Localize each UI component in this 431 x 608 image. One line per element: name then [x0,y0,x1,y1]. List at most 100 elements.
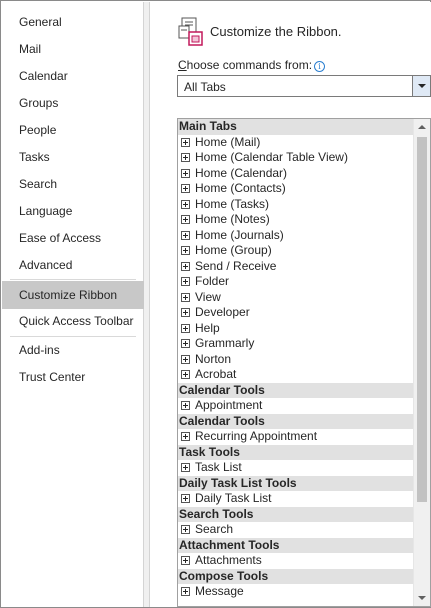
sidebar-item-trust-center[interactable]: Trust Center [2,364,144,391]
tree-group-header: Attachment Tools [178,537,414,553]
sidebar-item-add-ins[interactable]: Add-ins [2,337,144,364]
tree-item-label: Attachments [195,553,262,567]
sidebar-item-language[interactable]: Language [2,198,144,225]
tree-item[interactable]: Home (Calendar) [178,166,414,182]
tree-item[interactable]: Search [178,522,414,538]
expand-plus-icon[interactable] [181,323,190,333]
expand-plus-icon[interactable] [181,168,190,178]
tree-item-label: Grammarly [195,336,255,350]
expand-plus-icon[interactable] [181,292,190,302]
scrollbar-thumb[interactable] [417,137,427,502]
tree-item[interactable]: Folder [178,274,414,290]
expand-plus-icon[interactable] [181,308,190,317]
tree-item-label: View [195,289,221,304]
vertical-scrollbar[interactable] [413,119,430,606]
sidebar-item-quick-access-toolbar[interactable]: Quick Access Toolbar [2,308,144,335]
pane-separator [144,2,150,607]
tree-item-label: Developer [195,305,250,319]
tree-item[interactable]: Help [178,321,414,337]
expand-plus-icon[interactable] [181,137,190,147]
sidebar-item-general[interactable]: General [2,9,144,36]
tree-item-label: Search [195,522,234,536]
tree-item-label: Folder [195,274,230,288]
scroll-up-button[interactable] [414,119,430,136]
tree-item-label: Home (Notes) [195,212,270,226]
tree-item[interactable]: Home (Notes) [178,212,414,228]
sidebar-item-groups[interactable]: Groups [2,90,144,117]
tree-item-label: Home (Group) [195,243,272,257]
tree-item[interactable]: Home (Mail) [178,135,414,151]
customize-ribbon-icon [178,17,203,46]
tree-item[interactable]: Home (Calendar Table View) [178,150,414,166]
tree-item[interactable]: Appointment [178,398,414,414]
tree-item-label: Norton [195,351,232,366]
commands-tree[interactable]: Main Tabs Home (Mail) Home (Calendar Table… [177,118,431,607]
tree-item-label: Home (Calendar) [195,165,288,180]
choose-commands-dropdown[interactable]: All Tabs [177,75,431,97]
sidebar-item-ease-of-access[interactable]: Ease of Access [2,225,144,252]
tree-item[interactable]: Home (Group) [178,243,414,259]
tree-item-label: Acrobat [195,367,237,381]
sidebar-divider [10,279,136,280]
tree-item-label: Send / Receive [195,258,277,273]
expand-plus-icon[interactable] [181,370,190,379]
sidebar-item-search[interactable]: Search [2,171,144,198]
tree-item[interactable]: Recurring Appointment [178,429,414,445]
tree-item[interactable]: Message [178,584,414,600]
tree-item-label: Home (Mail) [195,134,261,149]
tree-group-header: Daily Task List Tools [178,475,414,491]
expand-plus-icon[interactable] [181,587,190,596]
expand-plus-icon[interactable] [181,463,190,472]
sidebar-item-mail[interactable]: Mail [2,36,144,63]
tree-item-label: Appointment [195,398,263,412]
tree-list: Main Tabs Home (Mail) Home (Calendar Table… [178,119,414,600]
expand-plus-icon[interactable] [181,339,190,348]
options-sidebar: General Mail Calendar Groups People Task… [2,2,144,607]
expand-plus-icon[interactable] [181,354,190,364]
tree-group-header: Compose Tools [178,568,414,584]
access-key-letter: C [178,58,187,72]
expand-plus-icon[interactable] [181,230,190,240]
sidebar-item-people[interactable]: People [2,117,144,144]
sidebar-item-customize-ribbon[interactable]: Customize Ribbon [2,281,144,309]
tree-group-header: Task Tools [178,444,414,460]
tree-item[interactable]: Acrobat [178,367,414,383]
dropdown-button[interactable] [412,76,430,96]
tree-item-label: Home (Calendar Table View) [195,150,348,164]
sidebar-item-calendar[interactable]: Calendar [2,63,144,90]
expand-plus-icon[interactable] [181,199,190,209]
expand-plus-icon[interactable] [181,401,190,410]
expand-plus-icon[interactable] [181,432,190,441]
expand-plus-icon[interactable] [181,246,190,255]
tree-item[interactable]: Norton [178,352,414,368]
tree-item-label: Recurring Appointment [195,429,318,443]
tree-group-header: Calendar Tools [178,413,414,429]
expand-plus-icon[interactable] [181,184,190,193]
tree-item[interactable]: View [178,290,414,306]
expand-plus-icon[interactable] [181,215,190,224]
chevron-down-icon [418,84,426,88]
sidebar-item-advanced[interactable]: Advanced [2,252,144,279]
choose-commands-label-text: hoose commands from: [186,58,313,72]
expand-plus-icon[interactable] [181,261,190,271]
scroll-down-button[interactable] [414,589,430,606]
tree-item[interactable]: Developer [178,305,414,321]
arrow-up-icon [418,125,426,129]
tree-item[interactable]: Home (Tasks) [178,197,414,213]
tree-item[interactable]: Grammarly [178,336,414,352]
tree-item[interactable]: Home (Contacts) [178,181,414,197]
expand-plus-icon[interactable] [181,556,190,565]
tree-item-label: Home (Journals) [195,227,284,242]
expand-plus-icon[interactable] [181,494,190,503]
tree-item[interactable]: Send / Receive [178,259,414,275]
tree-item[interactable]: Home (Journals) [178,228,414,244]
expand-plus-icon[interactable] [181,153,190,162]
info-icon[interactable]: i [314,61,326,72]
expand-plus-icon[interactable] [181,525,190,534]
tree-item[interactable]: Attachments [178,553,414,569]
page-title: Customize the Ribbon. [210,24,342,39]
sidebar-item-tasks[interactable]: Tasks [2,144,144,171]
expand-plus-icon[interactable] [181,277,190,286]
tree-item[interactable]: Daily Task List [178,491,414,507]
tree-item[interactable]: Task List [178,460,414,476]
